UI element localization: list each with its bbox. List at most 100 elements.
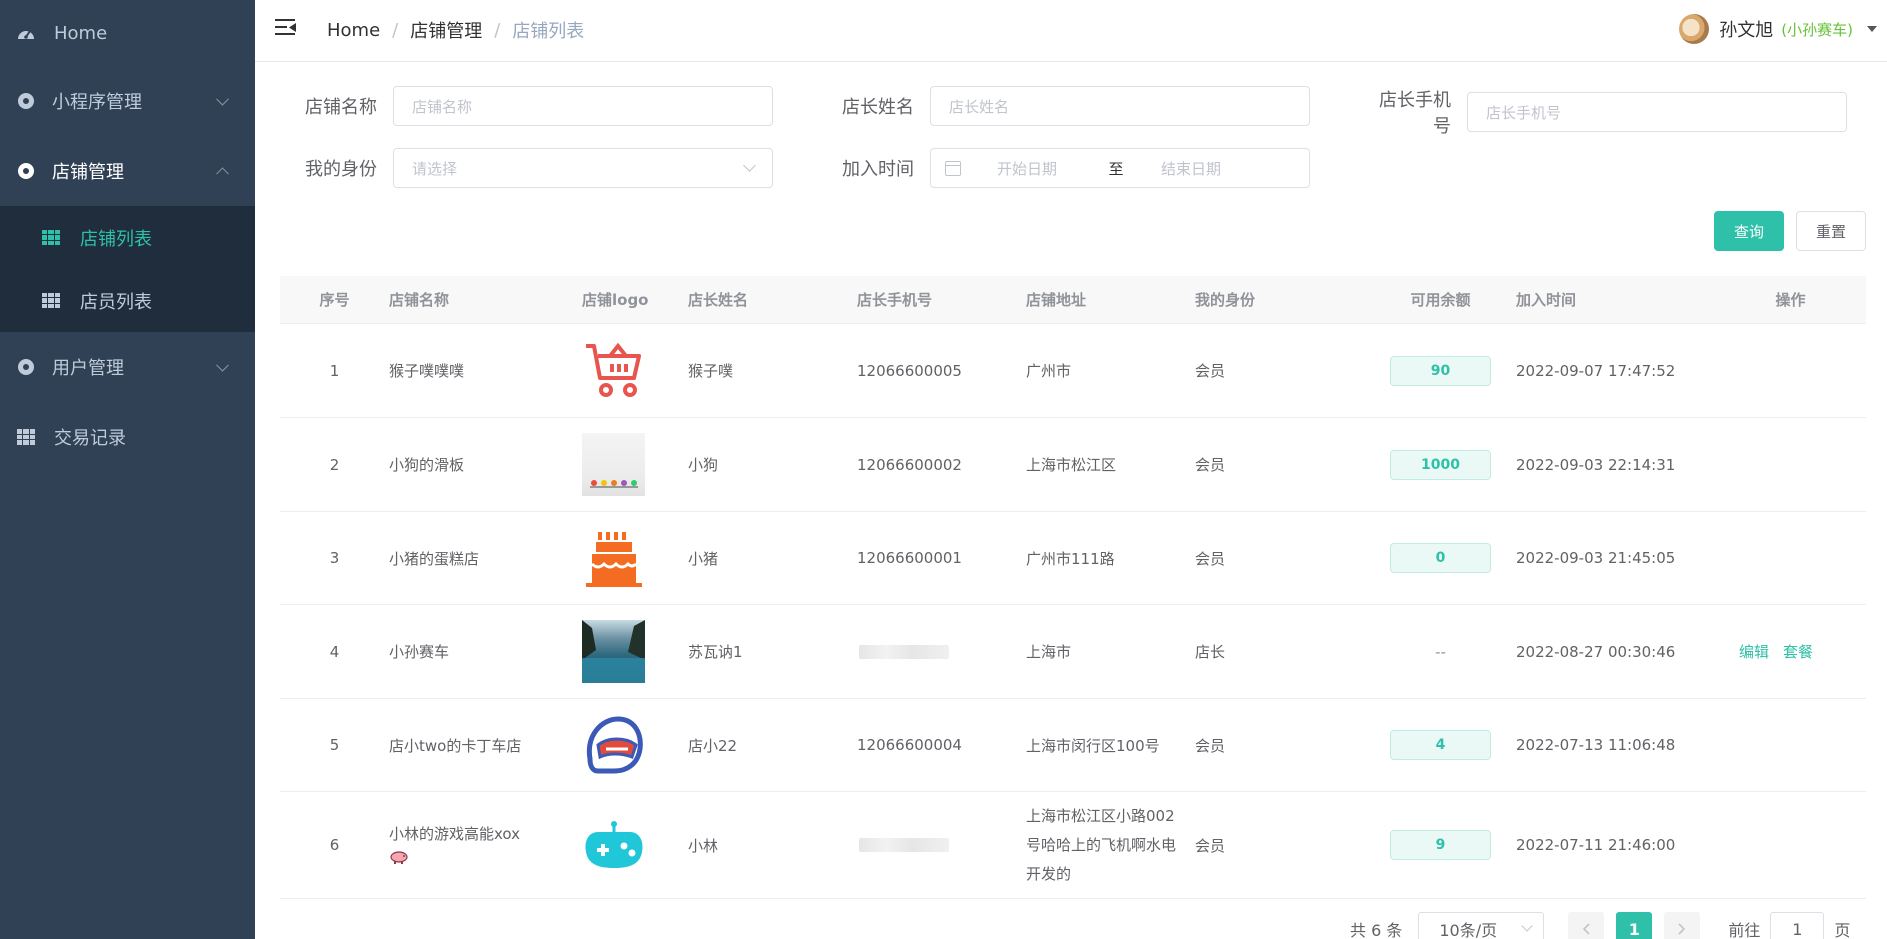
menu-store-mgmt[interactable]: 店铺管理	[0, 136, 255, 206]
chevron-down-icon	[216, 92, 229, 106]
row-store-name: 小林的游戏高能xox	[389, 822, 582, 868]
store-table: 序号 店铺名称 店铺logo 店长姓名 店长手机号 店铺地址 我的身份 可用余额…	[280, 276, 1866, 899]
col-header-phone: 店长手机号	[857, 291, 933, 309]
role-label: 我的身份	[305, 159, 377, 180]
table-header: 序号 店铺名称 店铺logo 店长姓名 店长手机号 店铺地址 我的身份 可用余额…	[280, 276, 1866, 324]
submenu-store: 店铺列表 店员列表	[0, 206, 255, 332]
col-header-owner: 店长姓名	[688, 291, 749, 309]
top-header: Home / 店铺管理 / 店铺列表 孙文旭 (小孙赛车)	[255, 0, 1887, 62]
breadcrumb-store-mgmt[interactable]: 店铺管理	[410, 17, 482, 43]
package-link[interactable]: 套餐	[1783, 643, 1813, 661]
row-balance: 4	[1365, 730, 1516, 760]
row-balance: 9	[1365, 830, 1516, 860]
breadcrumb-home[interactable]: Home	[327, 20, 380, 41]
goto-label: 前往	[1728, 921, 1761, 939]
page-number-active[interactable]: 1	[1616, 912, 1653, 939]
masked-phone	[859, 838, 949, 852]
row-role: 会员	[1195, 549, 1226, 568]
menu-miniprogram[interactable]: 小程序管理	[0, 66, 255, 136]
row-store-name-text: 小林的游戏高能xox	[389, 825, 521, 843]
breadcrumb-separator: /	[494, 19, 501, 41]
gamepad-icon	[582, 814, 645, 877]
row-phone	[857, 838, 1026, 852]
filter-owner-name: 店长姓名 店长姓名	[827, 86, 1310, 126]
table-row: 3 小猪的蛋糕店 小猪 12066600001 广州市111路 会员 0 202…	[280, 512, 1866, 605]
owner-phone-input[interactable]: 店长手机号	[1467, 92, 1847, 132]
pagination: 共 6 条 10条/页 1 前往 1 页	[1350, 912, 1850, 939]
col-header-logo: 店铺logo	[582, 291, 649, 309]
join-date-range-picker[interactable]: 开始日期 至 结束日期	[930, 148, 1310, 188]
col-header-role: 我的身份	[1195, 291, 1256, 309]
chevron-down-icon	[1521, 920, 1534, 932]
table-icon	[42, 229, 60, 246]
row-actions: 编辑 套餐	[1715, 641, 1866, 662]
sidebar-item-store-list[interactable]: 店铺列表	[0, 206, 255, 269]
store-photo	[582, 433, 645, 496]
row-logo	[582, 620, 688, 683]
edit-link[interactable]: 编辑	[1739, 643, 1769, 661]
row-phone	[857, 644, 1026, 659]
masked-phone	[859, 644, 949, 659]
next-page-button[interactable]	[1664, 912, 1701, 939]
chevron-down-icon	[216, 358, 229, 372]
sidebar-item-staff-list-label: 店员列表	[80, 291, 152, 313]
row-index: 5	[329, 736, 340, 754]
breadcrumb-current: 店铺列表	[512, 21, 585, 42]
row-index: 1	[329, 361, 340, 380]
row-store-name: 店小two的卡丁车店	[389, 736, 522, 755]
hamburger-icon[interactable]	[275, 18, 297, 38]
page-size-select[interactable]: 10条/页	[1418, 912, 1545, 939]
owner-name-input[interactable]: 店长姓名	[930, 86, 1310, 126]
row-role: 会员	[1195, 362, 1226, 380]
chevron-down-icon	[743, 158, 756, 172]
gear-icon	[16, 161, 36, 181]
menu-home[interactable]: Home	[0, 0, 255, 66]
user-tag: (小孙赛车)	[1781, 20, 1853, 39]
gear-icon	[16, 357, 36, 377]
col-header-index: 序号	[319, 291, 350, 309]
row-role: 会员	[1195, 836, 1226, 855]
row-owner: 店小22	[688, 736, 738, 755]
row-phone: 12066600005	[857, 361, 962, 380]
user-menu[interactable]: 孙文旭 (小孙赛车)	[1679, 14, 1877, 44]
row-address: 上海市闵行区100号	[1026, 736, 1160, 755]
sidebar-item-staff-list[interactable]: 店员列表	[0, 269, 255, 332]
sidebar-item-store-list-label: 店铺列表	[80, 228, 152, 250]
row-index: 2	[329, 455, 340, 474]
col-header-address: 店铺地址	[1026, 291, 1087, 309]
row-index: 3	[329, 549, 340, 567]
owner-name-label: 店长姓名	[842, 97, 914, 118]
calendar-icon	[945, 160, 961, 176]
goto-page-input[interactable]: 1	[1770, 912, 1825, 939]
cake-icon	[582, 527, 645, 590]
col-header-join-time: 加入时间	[1516, 291, 1577, 309]
sidebar: Home 小程序管理 店铺管理 店铺列表 店员列表 用户管理 交易记录	[0, 0, 255, 939]
dashboard-icon	[16, 23, 36, 43]
balance-tag: 4	[1390, 730, 1491, 760]
cart-icon	[582, 339, 645, 402]
row-index: 6	[329, 836, 340, 854]
query-button[interactable]: 查询	[1714, 211, 1784, 251]
prev-page-button[interactable]	[1568, 912, 1605, 939]
row-join-time: 2022-08-27 00:30:46	[1516, 642, 1676, 661]
balance-tag: 9	[1390, 830, 1491, 860]
end-date-input[interactable]: 结束日期	[1161, 158, 1221, 179]
col-header-actions: 操作	[1775, 291, 1806, 309]
row-phone: 12066600002	[857, 455, 962, 474]
pagination-total: 共 6 条	[1350, 921, 1403, 939]
row-balance: 1000	[1365, 449, 1516, 480]
row-address: 上海市松江区	[1026, 456, 1117, 474]
row-store-name: 小狗的滑板	[389, 456, 465, 474]
range-separator: 至	[1108, 159, 1124, 178]
menu-user-mgmt[interactable]: 用户管理	[0, 332, 255, 402]
breadcrumb: Home / 店铺管理 / 店铺列表	[327, 17, 584, 43]
store-name-input[interactable]: 店铺名称	[393, 86, 773, 126]
reset-button[interactable]: 重置	[1796, 211, 1866, 251]
menu-trade-log[interactable]: 交易记录	[0, 402, 255, 472]
filter-owner-phone: 店长手机号 店长手机号	[1364, 86, 1847, 138]
role-select[interactable]: 请选择	[393, 148, 773, 188]
store-name-label: 店铺名称	[305, 97, 377, 118]
helmet-icon	[582, 714, 645, 777]
filter-role: 我的身份 请选择	[290, 148, 773, 188]
table-row: 6 小林的游戏高能xox 小林 上海市松江区小路002号哈哈上的飞机啊水电开发的…	[280, 792, 1866, 899]
